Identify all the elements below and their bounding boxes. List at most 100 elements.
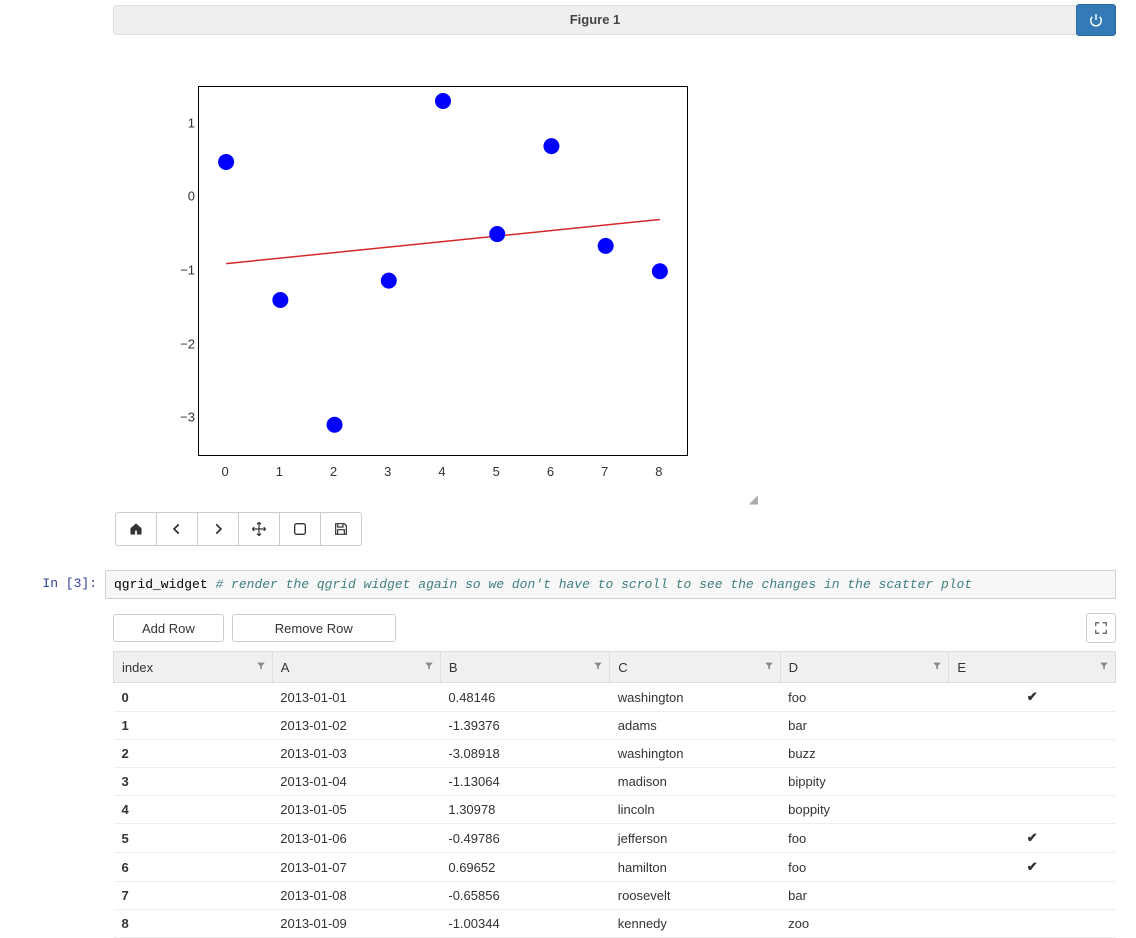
cell-C[interactable]: kennedy xyxy=(610,910,780,938)
cell-D[interactable]: bar xyxy=(780,712,949,740)
figure-title: Figure 1 xyxy=(113,5,1077,35)
cell-A[interactable]: 2013-01-09 xyxy=(272,910,440,938)
data-grid[interactable]: indexABCDE 02013-01-010.48146washingtonf… xyxy=(113,651,1116,938)
add-row-button[interactable]: Add Row xyxy=(113,614,224,642)
home-button[interactable] xyxy=(115,512,157,546)
cell-A[interactable]: 2013-01-06 xyxy=(272,824,440,853)
forward-button[interactable] xyxy=(197,512,239,546)
save-button[interactable] xyxy=(320,512,362,546)
cell-A[interactable]: 2013-01-05 xyxy=(272,796,440,824)
cell-B[interactable]: -3.08918 xyxy=(440,740,609,768)
cell-C[interactable]: madison xyxy=(610,768,780,796)
cell-D[interactable]: foo xyxy=(780,824,949,853)
cell-E[interactable] xyxy=(949,796,1116,824)
table-row[interactable]: 32013-01-04-1.13064madisonbippity xyxy=(114,768,1116,796)
table-row[interactable]: 62013-01-070.69652hamiltonfoo✔ xyxy=(114,853,1116,882)
cell-index[interactable]: 8 xyxy=(114,910,273,938)
cell-index[interactable]: 2 xyxy=(114,740,273,768)
cell-D[interactable]: buzz xyxy=(780,740,949,768)
cell-index[interactable]: 0 xyxy=(114,683,273,712)
table-row[interactable]: 02013-01-010.48146washingtonfoo✔ xyxy=(114,683,1116,712)
table-row[interactable]: 82013-01-09-1.00344kennedyzoo xyxy=(114,910,1116,938)
cell-C[interactable]: adams xyxy=(610,712,780,740)
cell-C[interactable]: roosevelt xyxy=(610,882,780,910)
cell-D[interactable]: zoo xyxy=(780,910,949,938)
x-tick: 5 xyxy=(493,464,500,479)
cell-E[interactable] xyxy=(949,768,1116,796)
x-tick: 1 xyxy=(276,464,283,479)
cell-B[interactable]: 0.48146 xyxy=(440,683,609,712)
cell-D[interactable]: bar xyxy=(780,882,949,910)
cell-B[interactable]: -0.65856 xyxy=(440,882,609,910)
cell-E[interactable]: ✔ xyxy=(949,824,1116,853)
cell-index[interactable]: 5 xyxy=(114,824,273,853)
cell-A[interactable]: 2013-01-04 xyxy=(272,768,440,796)
pan-button[interactable] xyxy=(238,512,280,546)
column-header-C[interactable]: C xyxy=(610,652,780,683)
x-tick: 3 xyxy=(384,464,391,479)
cell-C[interactable]: washington xyxy=(610,683,780,712)
cell-D[interactable]: bippity xyxy=(780,768,949,796)
cell-C[interactable]: washington xyxy=(610,740,780,768)
cell-D[interactable]: foo xyxy=(780,683,949,712)
cell-A[interactable]: 2013-01-01 xyxy=(272,683,440,712)
x-tick: 8 xyxy=(655,464,662,479)
filter-icon[interactable] xyxy=(256,659,266,674)
cell-B[interactable]: -1.00344 xyxy=(440,910,609,938)
cell-index[interactable]: 1 xyxy=(114,712,273,740)
power-button[interactable] xyxy=(1076,4,1116,36)
code-var: qgrid_widget xyxy=(114,577,208,592)
column-header-index[interactable]: index xyxy=(114,652,273,683)
column-header-E[interactable]: E xyxy=(949,652,1116,683)
cell-B[interactable]: -1.39376 xyxy=(440,712,609,740)
filter-icon[interactable] xyxy=(932,659,942,674)
x-tick: 4 xyxy=(438,464,445,479)
table-row[interactable]: 22013-01-03-3.08918washingtonbuzz xyxy=(114,740,1116,768)
cell-C[interactable]: hamilton xyxy=(610,853,780,882)
cell-B[interactable]: 0.69652 xyxy=(440,853,609,882)
code-input[interactable]: qgrid_widget # render the qgrid widget a… xyxy=(105,570,1116,599)
cell-B[interactable]: -1.13064 xyxy=(440,768,609,796)
cell-E[interactable] xyxy=(949,910,1116,938)
filter-icon[interactable] xyxy=(593,659,603,674)
x-tick: 0 xyxy=(221,464,228,479)
cell-A[interactable]: 2013-01-08 xyxy=(272,882,440,910)
filter-icon[interactable] xyxy=(424,659,434,674)
cell-B[interactable]: -0.49786 xyxy=(440,824,609,853)
column-header-A[interactable]: A xyxy=(272,652,440,683)
cell-index[interactable]: 6 xyxy=(114,853,273,882)
table-row[interactable]: 52013-01-06-0.49786jeffersonfoo✔ xyxy=(114,824,1116,853)
cell-index[interactable]: 3 xyxy=(114,768,273,796)
cell-index[interactable]: 4 xyxy=(114,796,273,824)
resize-handle[interactable]: ◢ xyxy=(749,492,758,506)
prompt-label: In [3]: xyxy=(0,570,105,599)
cell-D[interactable]: boppity xyxy=(780,796,949,824)
back-button[interactable] xyxy=(156,512,198,546)
column-header-B[interactable]: B xyxy=(440,652,609,683)
cell-A[interactable]: 2013-01-03 xyxy=(272,740,440,768)
cell-A[interactable]: 2013-01-07 xyxy=(272,853,440,882)
cell-index[interactable]: 7 xyxy=(114,882,273,910)
cell-C[interactable]: lincoln xyxy=(610,796,780,824)
cell-E[interactable]: ✔ xyxy=(949,853,1116,882)
table-row[interactable]: 12013-01-02-1.39376adamsbar xyxy=(114,712,1116,740)
cell-C[interactable]: jefferson xyxy=(610,824,780,853)
column-header-D[interactable]: D xyxy=(780,652,949,683)
zoom-button[interactable] xyxy=(279,512,321,546)
table-row[interactable]: 72013-01-08-0.65856rooseveltbar xyxy=(114,882,1116,910)
table-row[interactable]: 42013-01-051.30978lincolnboppity xyxy=(114,796,1116,824)
filter-icon[interactable] xyxy=(764,659,774,674)
remove-row-button[interactable]: Remove Row xyxy=(232,614,396,642)
cell-A[interactable]: 2013-01-02 xyxy=(272,712,440,740)
fullscreen-button[interactable] xyxy=(1086,613,1116,643)
filter-icon[interactable] xyxy=(1099,659,1109,674)
cell-E[interactable]: ✔ xyxy=(949,683,1116,712)
x-tick: 6 xyxy=(547,464,554,479)
cell-E[interactable] xyxy=(949,712,1116,740)
scatter-plot[interactable]: −3−2−101 012345678 ◢ xyxy=(113,86,753,506)
y-tick: −3 xyxy=(180,410,195,425)
cell-D[interactable]: foo xyxy=(780,853,949,882)
cell-E[interactable] xyxy=(949,740,1116,768)
cell-B[interactable]: 1.30978 xyxy=(440,796,609,824)
cell-E[interactable] xyxy=(949,882,1116,910)
